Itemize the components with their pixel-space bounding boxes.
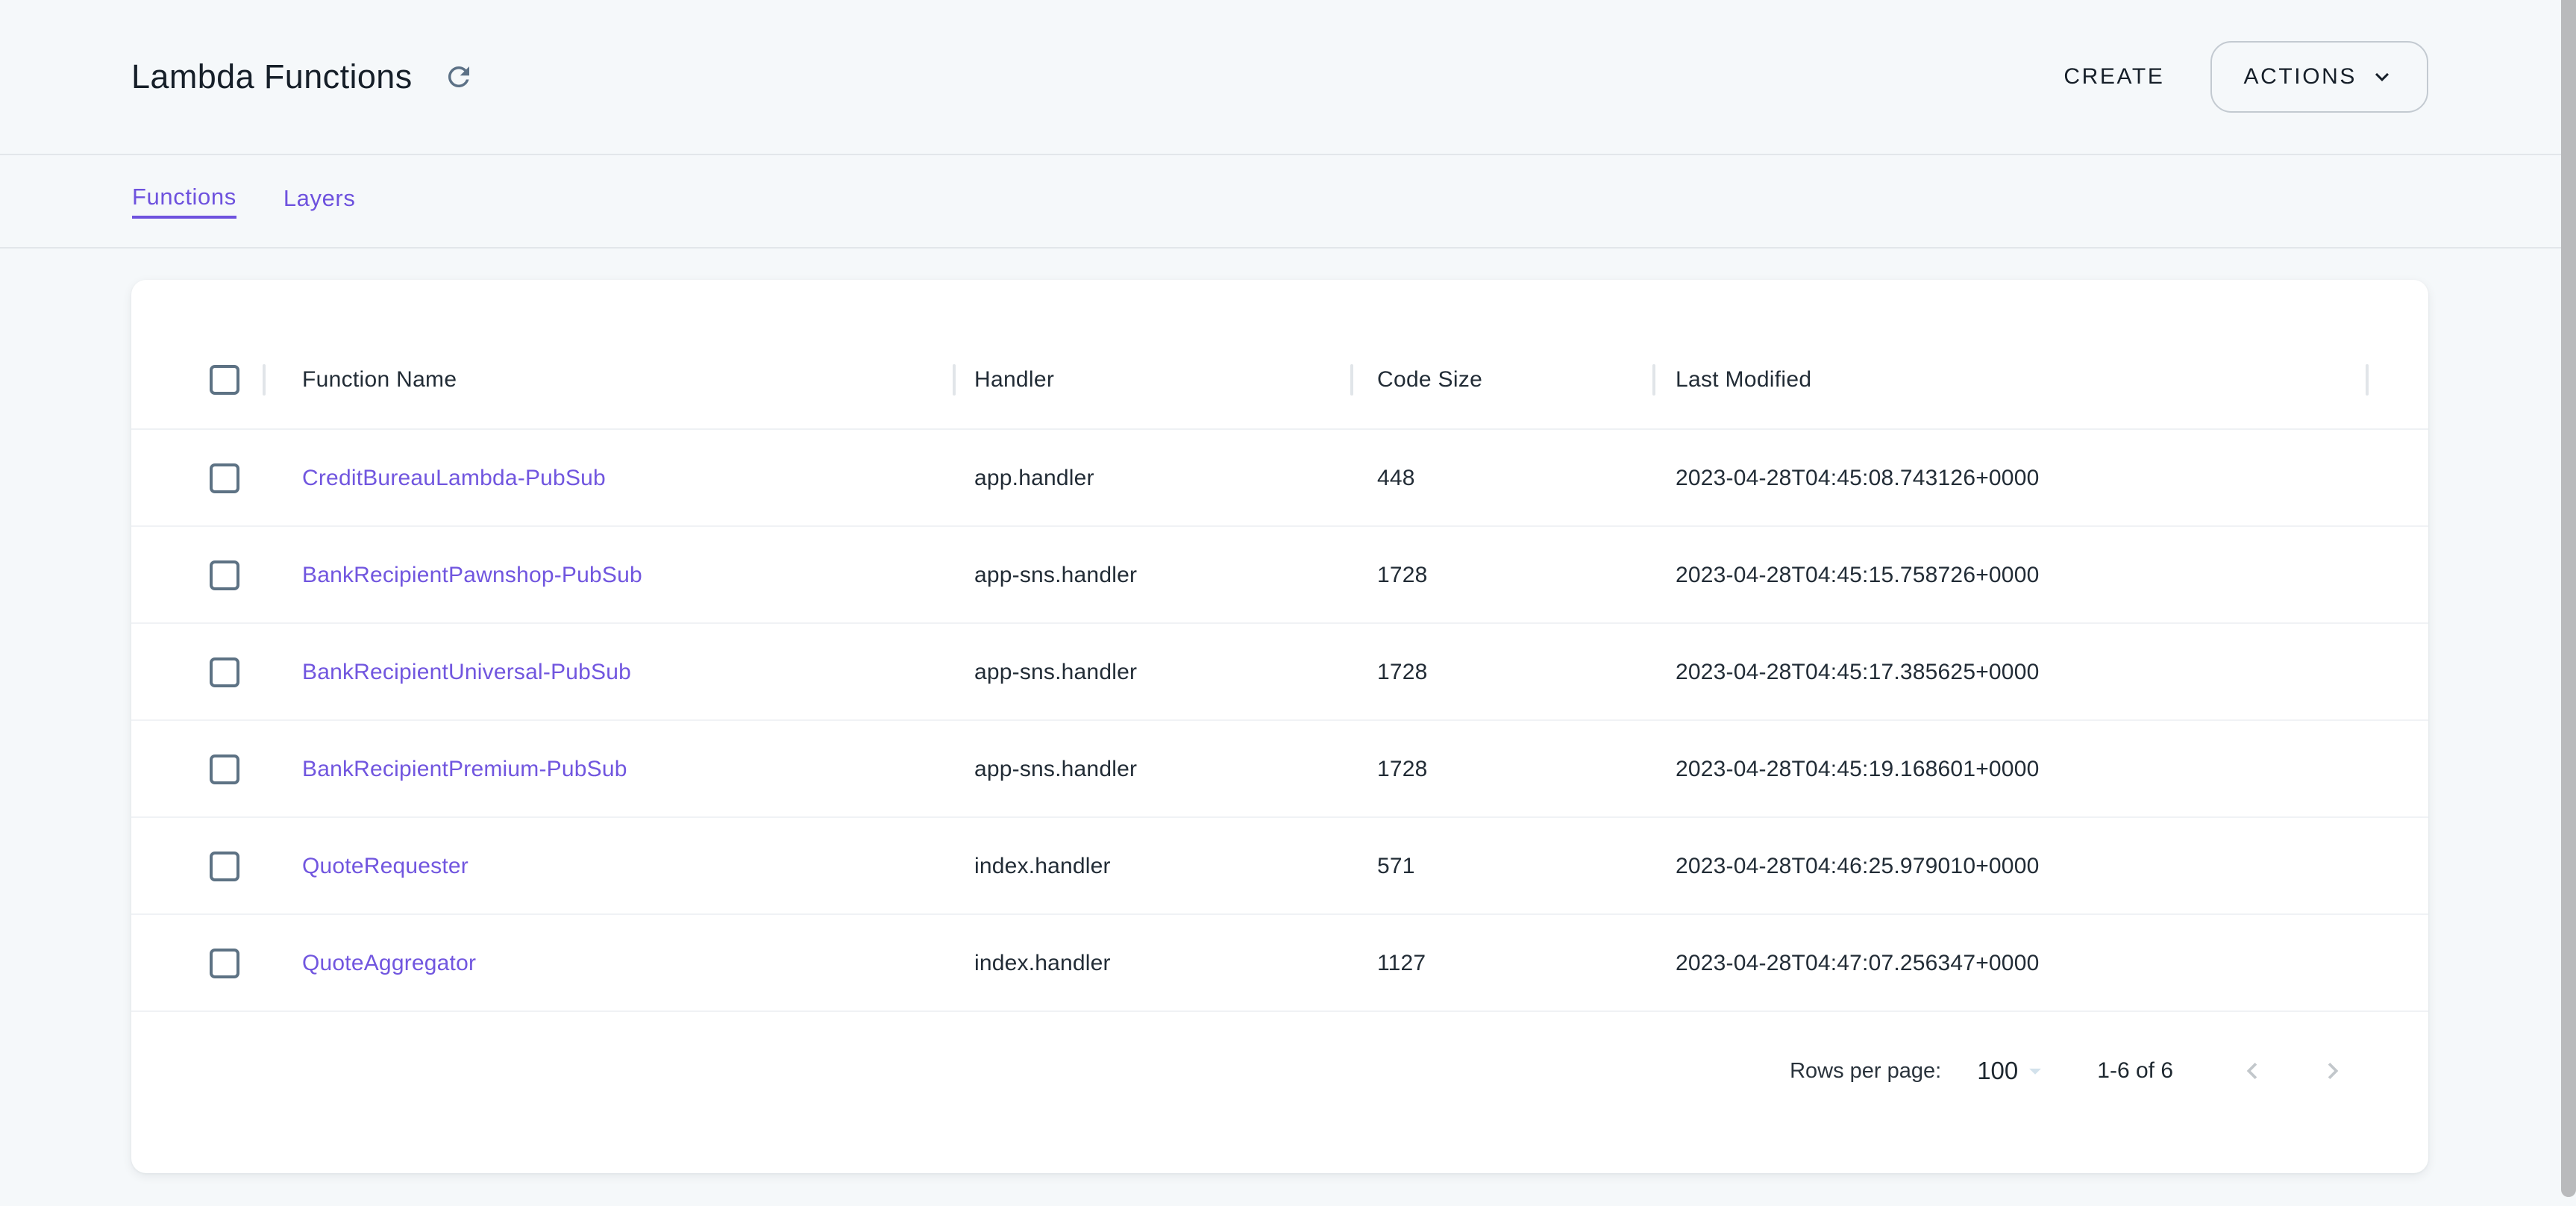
handler-cell: index.handler: [974, 951, 1111, 976]
previous-page-button[interactable]: [2231, 1050, 2273, 1092]
handler-cell: index.handler: [974, 854, 1111, 879]
last-modified-cell: 2023-04-28T04:45:17.385625+0000: [1676, 660, 2039, 685]
last-modified-cell: 2023-04-28T04:45:08.743126+0000: [1676, 466, 2039, 491]
row-checkbox[interactable]: [210, 463, 239, 493]
chevron-right-icon: [2316, 1055, 2349, 1087]
top-bar: Lambda Functions CREATE ACTIONS: [0, 0, 2576, 154]
column-header-last-modified: Last Modified: [1676, 367, 1811, 393]
column-header-handler: Handler: [974, 367, 1054, 393]
handler-cell: app.handler: [974, 466, 1094, 491]
function-name-link[interactable]: QuoteRequester: [302, 854, 468, 879]
table-pagination: Rows per page: 100 1-6 of 6: [131, 1022, 2428, 1119]
last-modified-cell: 2023-04-28T04:46:25.979010+0000: [1676, 854, 2039, 879]
pagination-range-label: 1-6 of 6: [2097, 1058, 2173, 1084]
table-row: QuoteRequester index.handler 571 2023-04…: [131, 818, 2428, 915]
row-checkbox[interactable]: [210, 560, 239, 590]
row-checkbox[interactable]: [210, 754, 239, 784]
code-size-cell: 1728: [1377, 757, 1428, 782]
handler-cell: app-sns.handler: [974, 757, 1137, 782]
refresh-button[interactable]: [439, 57, 478, 96]
table-row: BankRecipientPawnshop-PubSub app-sns.han…: [131, 527, 2428, 624]
chevron-down-icon: [2369, 63, 2395, 90]
table-row: BankRecipientUniversal-PubSub app-sns.ha…: [131, 624, 2428, 721]
refresh-icon: [443, 61, 474, 93]
next-page-button[interactable]: [2312, 1050, 2354, 1092]
rows-per-page-select[interactable]: 100: [1977, 1057, 2049, 1085]
last-modified-cell: 2023-04-28T04:47:07.256347+0000: [1676, 951, 2039, 976]
column-resize-handle[interactable]: [2366, 364, 2369, 396]
function-name-link[interactable]: BankRecipientPremium-PubSub: [302, 757, 627, 782]
vertical-scrollbar[interactable]: [2561, 0, 2576, 1197]
table-header-row: Function Name Handler Code Size Last Mod…: [131, 280, 2428, 430]
chevron-left-icon: [2236, 1055, 2269, 1087]
code-size-cell: 1728: [1377, 660, 1428, 685]
column-header-code-size: Code Size: [1377, 367, 1482, 393]
code-size-cell: 448: [1377, 466, 1415, 491]
table-row: BankRecipientPremium-PubSub app-sns.hand…: [131, 721, 2428, 818]
create-button[interactable]: CREATE: [2063, 64, 2164, 90]
function-name-link[interactable]: BankRecipientPawnshop-PubSub: [302, 563, 642, 588]
handler-cell: app-sns.handler: [974, 563, 1137, 588]
arrow-dropdown-icon: [2018, 1057, 2049, 1085]
row-checkbox[interactable]: [210, 657, 239, 687]
column-resize-handle[interactable]: [263, 364, 266, 396]
code-size-cell: 571: [1377, 854, 1415, 879]
table-row: CreditBureauLambda-PubSub app.handler 44…: [131, 430, 2428, 527]
tab-bar: Functions Layers: [0, 154, 2576, 249]
actions-button[interactable]: ACTIONS: [2210, 41, 2428, 113]
code-size-cell: 1728: [1377, 563, 1428, 588]
rows-per-page-label: Rows per page:: [1790, 1059, 1941, 1084]
select-all-checkbox[interactable]: [210, 365, 239, 395]
last-modified-cell: 2023-04-28T04:45:15.758726+0000: [1676, 563, 2039, 588]
tab-layers[interactable]: Layers: [283, 185, 356, 217]
last-modified-cell: 2023-04-28T04:45:19.168601+0000: [1676, 757, 2039, 782]
content-area: Function Name Handler Code Size Last Mod…: [0, 249, 2576, 1205]
function-name-link[interactable]: CreditBureauLambda-PubSub: [302, 466, 606, 491]
functions-table-card: Function Name Handler Code Size Last Mod…: [131, 280, 2428, 1173]
page-title: Lambda Functions: [131, 57, 413, 96]
function-name-link[interactable]: QuoteAggregator: [302, 951, 476, 976]
tab-functions[interactable]: Functions: [132, 184, 236, 219]
column-resize-handle[interactable]: [953, 364, 956, 396]
handler-cell: app-sns.handler: [974, 660, 1137, 685]
table-row: QuoteAggregator index.handler 1127 2023-…: [131, 915, 2428, 1012]
rows-per-page-value: 100: [1977, 1057, 2018, 1085]
column-header-function-name: Function Name: [302, 367, 457, 393]
function-name-link[interactable]: BankRecipientUniversal-PubSub: [302, 660, 631, 685]
row-checkbox[interactable]: [210, 949, 239, 978]
code-size-cell: 1127: [1377, 951, 1426, 976]
column-resize-handle[interactable]: [1652, 364, 1655, 396]
row-checkbox[interactable]: [210, 852, 239, 881]
actions-button-label: ACTIONS: [2243, 64, 2357, 90]
column-resize-handle[interactable]: [1350, 364, 1353, 396]
